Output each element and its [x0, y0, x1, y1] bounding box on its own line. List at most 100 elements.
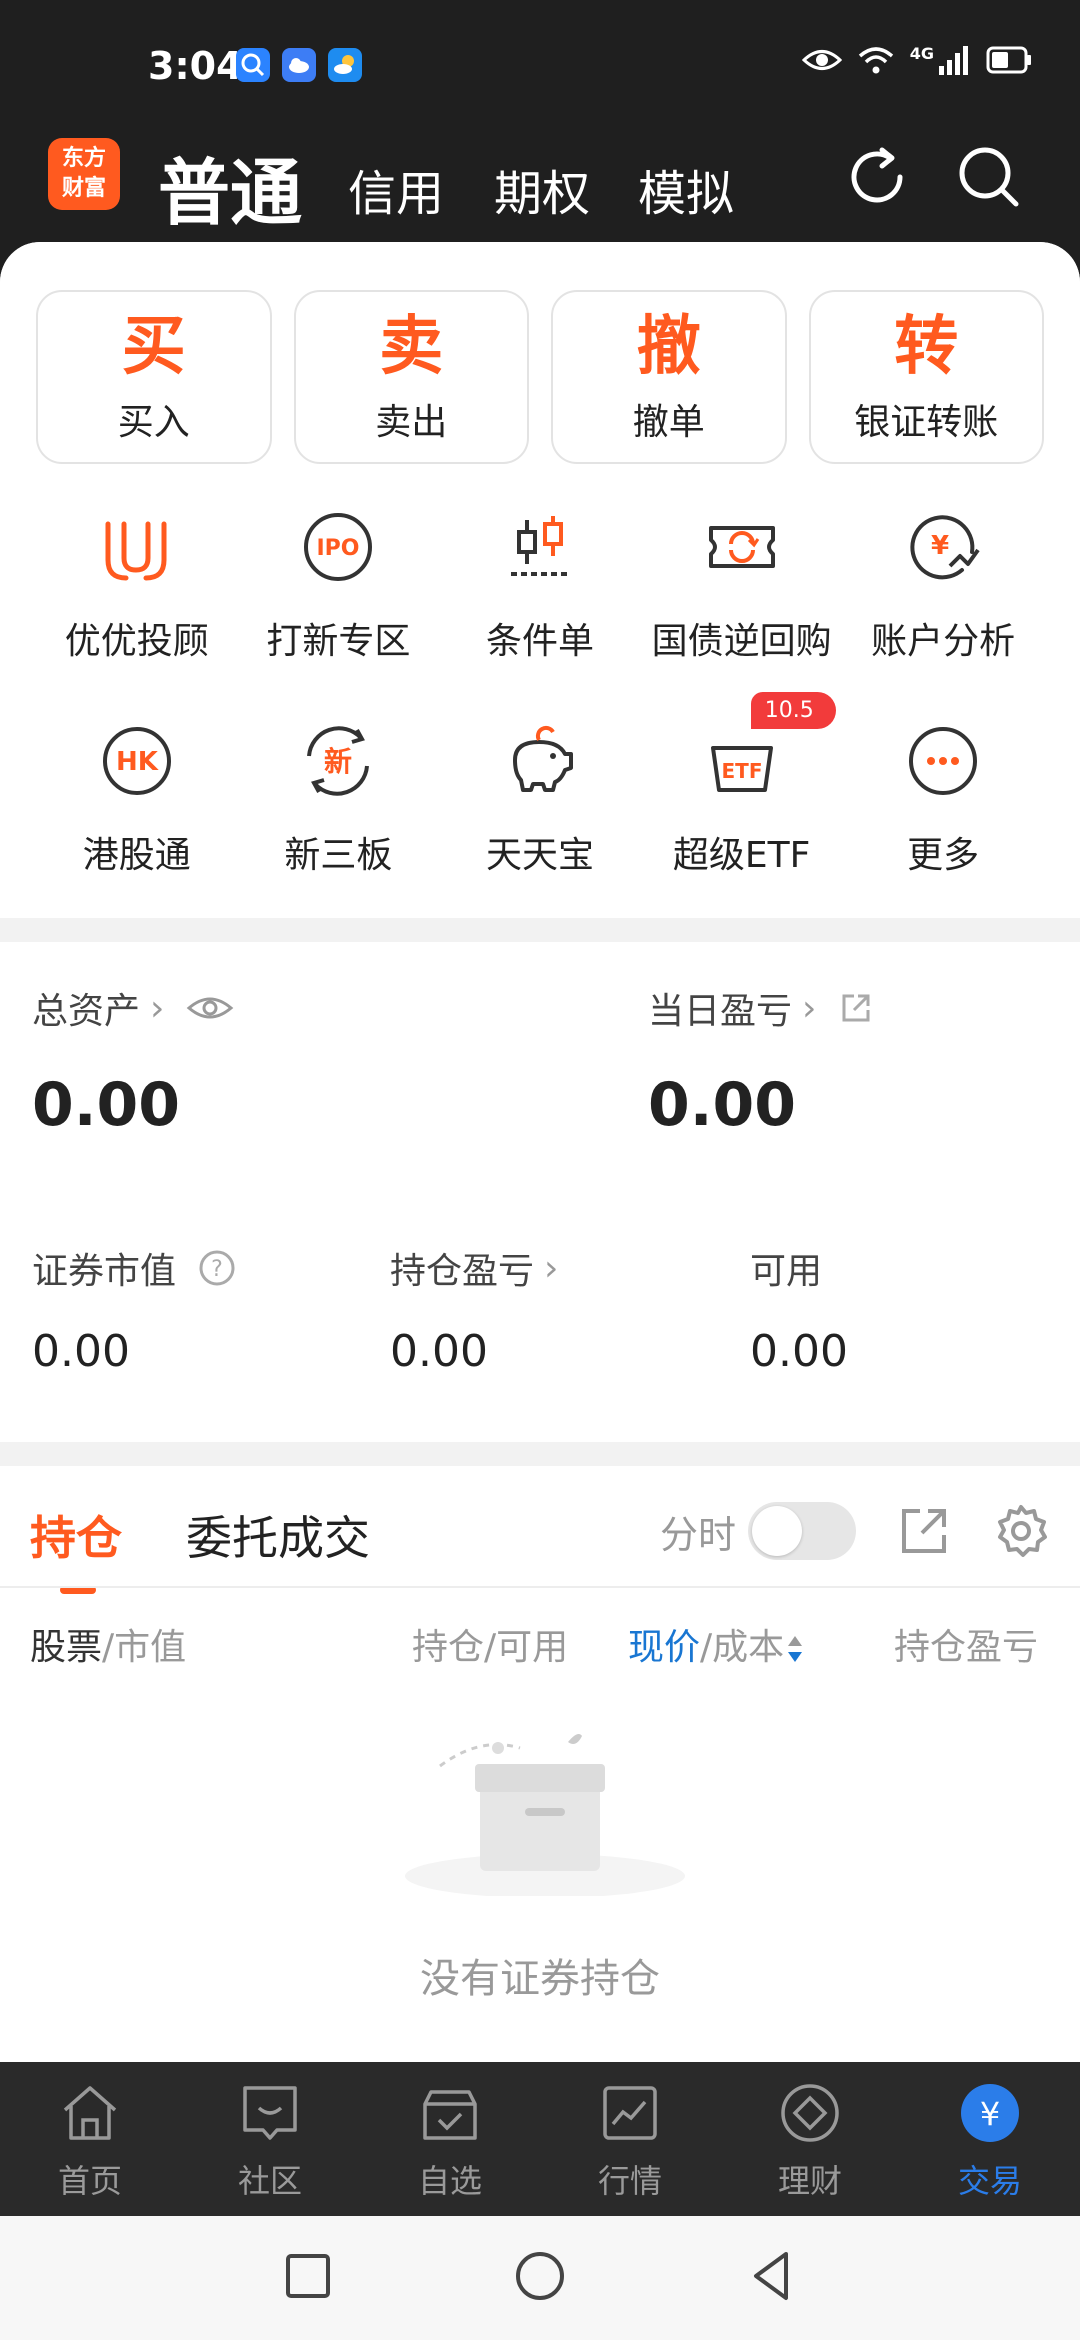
fenshi-toggle[interactable]	[748, 1502, 856, 1560]
position-pl-label: 持仓盈亏	[390, 1251, 535, 1292]
nav-watchlist[interactable]: 自选	[360, 2062, 540, 2216]
total-assets-value: 0.00	[32, 1070, 181, 1140]
svg-text:IPO: IPO	[317, 536, 360, 561]
svg-text:ETF: ETF	[721, 759, 762, 783]
nav-wealth[interactable]: 理财	[720, 2062, 900, 2216]
etf-badge: 10.5	[750, 692, 836, 729]
nav-label: 理财	[777, 2162, 842, 2200]
daily-pl[interactable]: 当日盈亏 › 0.00	[648, 982, 874, 1140]
sell-button[interactable]: 卖 卖出	[293, 290, 529, 464]
svg-text:¥: ¥	[980, 2095, 1000, 2133]
service-label: 打新专区	[266, 621, 411, 662]
market-value: 证券市值 ? 0.00	[32, 1242, 236, 1377]
assets-detail: 证券市值 ? 0.00 持仓盈亏 › 0.00 可用 0.00	[0, 1242, 1080, 1442]
recent-apps-icon[interactable]	[278, 2246, 338, 2306]
nav-label: 自选	[417, 2162, 482, 2200]
network-type: 4G	[909, 43, 934, 63]
transfer-char: 转	[894, 310, 959, 384]
service-new-third-board[interactable]: 新 新三板	[238, 718, 440, 878]
col-stock[interactable]: 股票/市值	[30, 1618, 186, 1670]
home-icon	[63, 2086, 117, 2140]
system-navigation-bar	[0, 2216, 1080, 2340]
position-pl[interactable]: 持仓盈亏 › 0.00	[390, 1242, 559, 1378]
sell-char: 卖	[379, 310, 444, 384]
search-app-icon	[236, 48, 270, 82]
cancel-order-button[interactable]: 撤 撤单	[551, 290, 787, 464]
total-assets[interactable]: 总资产 › 0.00	[32, 982, 234, 1140]
battery-icon	[986, 46, 1031, 74]
service-uu-advisor[interactable]: 优优投顾	[36, 504, 238, 664]
gear-icon[interactable]	[992, 1502, 1050, 1560]
search-icon[interactable]	[954, 142, 1024, 212]
available-funds: 可用 0.00	[750, 1242, 848, 1377]
available-value: 0.00	[750, 1326, 848, 1377]
cancel-label: 撤单	[632, 402, 705, 443]
service-label: 优优投顾	[64, 621, 209, 662]
market-value-label: 证券市值	[32, 1251, 177, 1292]
app-header: 东方财富 普通 信用 期权 模拟	[0, 130, 1080, 242]
eye-icon[interactable]	[186, 993, 234, 1023]
empty-box-icon	[405, 1734, 685, 1896]
nav-trade[interactable]: ¥ 交易	[900, 2062, 1080, 2216]
buy-button[interactable]: 买 买入	[36, 290, 272, 464]
help-icon[interactable]: ?	[198, 1249, 236, 1287]
service-tiantianbao[interactable]: 天天宝	[439, 718, 641, 878]
status-time: 3:04	[148, 44, 243, 88]
buy-label: 买入	[117, 402, 190, 443]
buy-char: 买	[121, 310, 186, 384]
sell-label: 卖出	[375, 402, 448, 443]
service-label: 天天宝	[485, 835, 594, 876]
cancel-char: 撤	[636, 310, 701, 384]
watchlist-icon	[423, 2090, 477, 2140]
candlestick-icon	[510, 516, 569, 576]
service-ipo[interactable]: IPO 打新专区	[238, 504, 440, 664]
col-hold-available[interactable]: 持仓/可用	[412, 1618, 568, 1670]
tab-normal-account[interactable]: 普通	[158, 134, 302, 239]
service-super-etf[interactable]: 10.5 ETF 超级ETF	[641, 692, 843, 878]
home-button-icon[interactable]	[510, 2246, 570, 2306]
tab-orders-trades[interactable]: 委托成交	[186, 1502, 370, 1568]
nav-community[interactable]: 社区	[180, 2062, 360, 2216]
bottom-navigation: 首页 社区 自选 行情 理财 ¥ 交易	[0, 2062, 1080, 2216]
svg-text:?: ?	[211, 1257, 223, 1282]
external-link-icon[interactable]	[838, 990, 874, 1026]
market-value-amount: 0.00	[32, 1326, 130, 1377]
tab-positions[interactable]: 持仓	[30, 1502, 122, 1568]
service-hk-connect[interactable]: HK 港股通	[36, 718, 238, 878]
fenshi-toggle-group: 分时	[660, 1502, 856, 1560]
tab-simulation-account[interactable]: 模拟	[638, 154, 734, 224]
services-row-2: HK 港股通 新 新三板 天天宝 10.5 ETF 超级ETF 更多	[36, 692, 1044, 878]
analysis-icon: ¥	[910, 515, 980, 580]
assets-section: 总资产 › 0.00 当日盈亏 › 0.00	[0, 942, 1080, 1242]
nav-label: 首页	[57, 2162, 122, 2200]
refresh-icon[interactable]	[842, 142, 912, 212]
service-label: 港股通	[82, 835, 191, 876]
service-conditional-order[interactable]: 条件单	[439, 504, 641, 664]
col-price-cost[interactable]: 现价/成本	[628, 1618, 804, 1670]
status-bar: 3:04 4G	[0, 0, 1080, 130]
uu-advisor-icon	[105, 521, 167, 581]
service-label: 账户分析	[871, 621, 1016, 662]
wifi-icon	[858, 47, 893, 74]
community-icon	[243, 2086, 297, 2140]
service-reverse-repo[interactable]: 国债逆回购	[641, 504, 843, 664]
nav-market[interactable]: 行情	[540, 2062, 720, 2216]
chevron-right-icon: ›	[150, 987, 165, 1029]
service-account-analysis[interactable]: ¥ 账户分析	[842, 504, 1044, 664]
new-board-icon: 新	[307, 726, 370, 796]
nav-label: 交易	[957, 2162, 1022, 2200]
back-icon[interactable]	[742, 2246, 802, 2306]
piggy-bank-icon	[512, 725, 573, 792]
service-more[interactable]: 更多	[842, 718, 1044, 878]
tab-options-account[interactable]: 期权	[494, 154, 590, 224]
tab-credit-account[interactable]: 信用	[348, 154, 444, 224]
transfer-button[interactable]: 转 银证转账	[808, 290, 1044, 464]
chevron-right-icon: ›	[544, 1247, 559, 1289]
fenshi-label: 分时	[659, 1512, 736, 1557]
nav-home[interactable]: 首页	[0, 2062, 180, 2216]
share-icon[interactable]	[896, 1503, 952, 1559]
total-assets-label: 总资产	[32, 991, 141, 1032]
main-content: 买 买入 卖 卖出 撤 撤单 转 银证转账 优优投顾 IPO 打新专区 条件单 …	[0, 242, 1080, 2062]
col-position-pl[interactable]: 持仓盈亏	[894, 1618, 1054, 1670]
position-pl-value: 0.00	[390, 1326, 488, 1377]
